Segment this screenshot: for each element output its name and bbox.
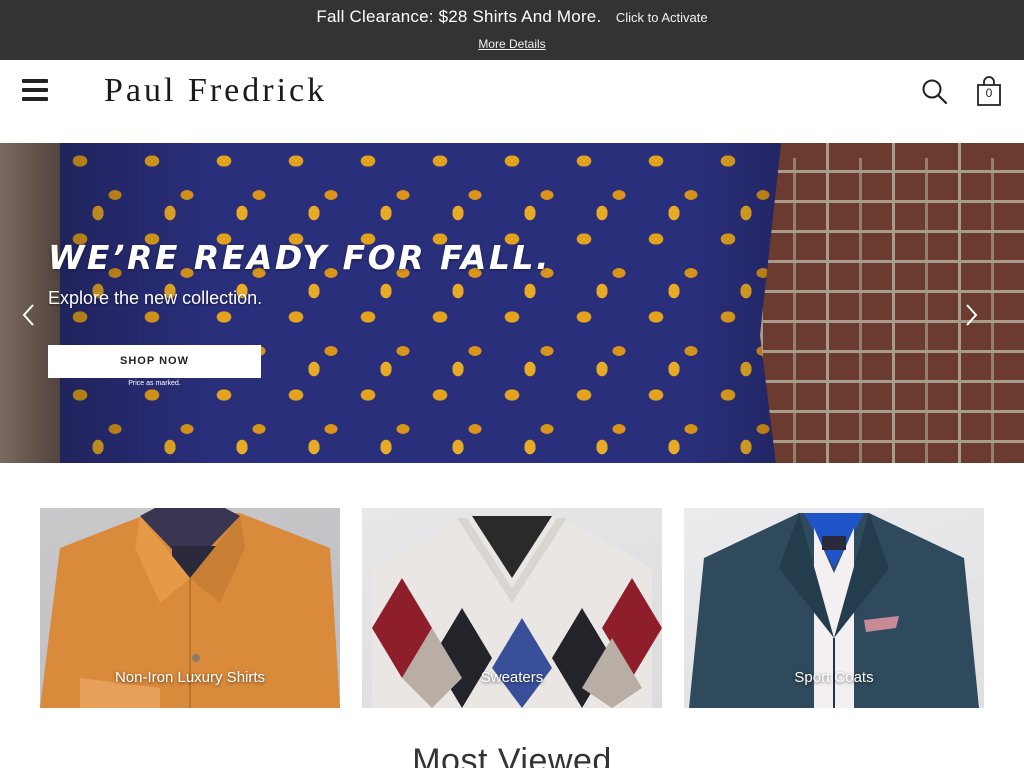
category-label: Sweaters	[480, 669, 544, 686]
search-icon[interactable]	[921, 78, 949, 106]
bag-count: 0	[985, 86, 993, 100]
promo-line: Fall Clearance: $28 Shirts And More. Cli…	[0, 7, 1024, 27]
most-viewed-heading: Most Viewed	[412, 742, 612, 768]
category-label: Non-Iron Luxury Shirts	[114, 669, 266, 686]
promo-title: Fall Clearance: $28 Shirts And More.	[316, 7, 602, 26]
shopping-bag-icon[interactable]: 0	[975, 76, 1003, 108]
hero-banner[interactable]: WE’RE READY FOR FALL. Explore the new co…	[0, 143, 1024, 463]
hero-headline: WE’RE READY FOR FALL.	[48, 238, 552, 277]
hero-price-note: Price as marked.	[128, 380, 181, 387]
promo-details: More Details	[0, 37, 1024, 51]
hero-subheadline: Explore the new collection.	[48, 288, 263, 308]
chevron-right-icon[interactable]	[962, 303, 980, 327]
chevron-left-icon[interactable]	[20, 303, 38, 327]
site-header: Paul Fredrick 0	[0, 60, 1024, 143]
promo-activate-link[interactable]: Click to Activate	[616, 10, 708, 25]
category-tile-sweaters[interactable]: Sweaters	[362, 508, 662, 708]
more-details-link[interactable]: More Details	[478, 37, 545, 51]
category-label: Sport Coats	[794, 669, 874, 686]
category-tile-sport-coats[interactable]: Sport Coats	[684, 508, 984, 708]
category-tile-shirts[interactable]: Non-Iron Luxury Shirts	[40, 508, 340, 708]
site-logo[interactable]: Paul Fredrick	[104, 72, 327, 110]
promo-bar: Fall Clearance: $28 Shirts And More. Cli…	[0, 0, 1024, 60]
hamburger-menu-icon[interactable]	[22, 79, 48, 101]
shop-now-button[interactable]: SHOP NOW	[48, 345, 261, 378]
